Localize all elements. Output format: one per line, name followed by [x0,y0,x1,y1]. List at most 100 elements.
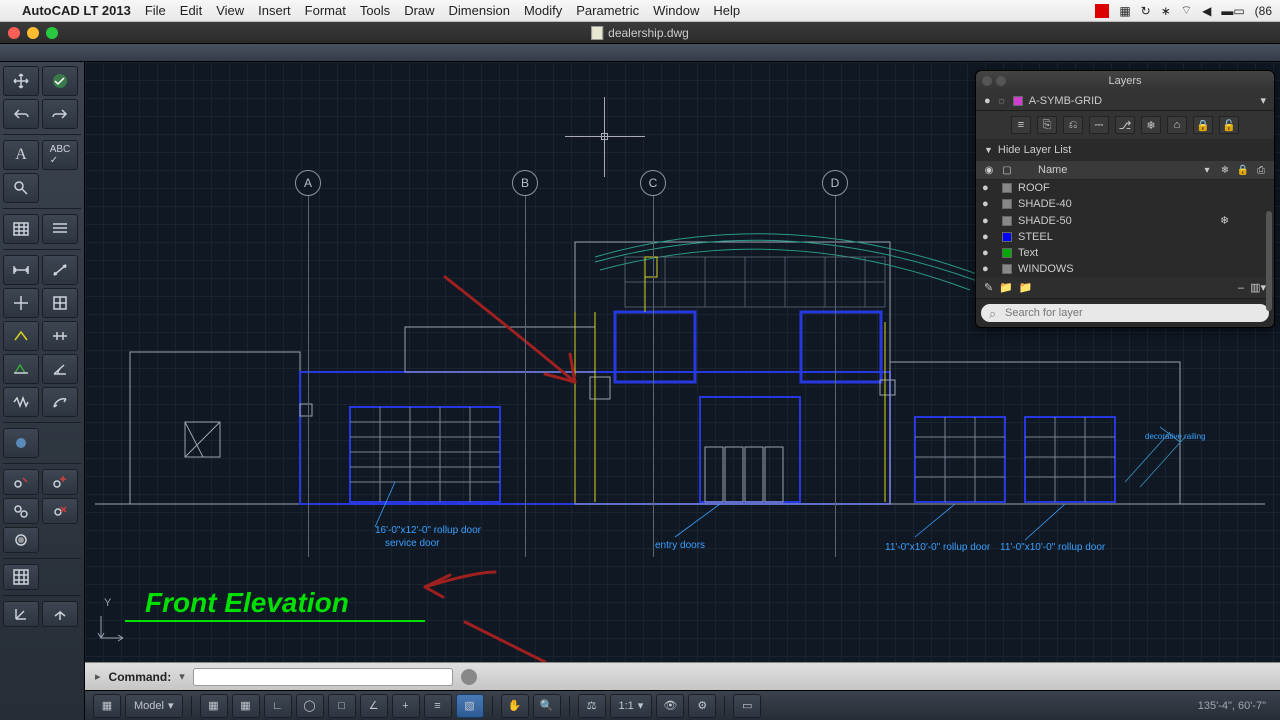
otrack-button[interactable]: ∠ [360,694,388,718]
aligned-dim-tool[interactable] [42,255,78,285]
layer-tool-5[interactable]: ⎇ [1115,116,1135,134]
grid-tool[interactable] [3,564,39,590]
menu-parametric[interactable]: Parametric [576,3,639,18]
layer-color-swatch[interactable] [1013,96,1023,106]
layer-item-shade50[interactable]: ●SHADE-50❄ [976,212,1274,229]
continue-dim-tool[interactable] [42,321,78,351]
layer-search-input[interactable] [981,304,1269,322]
col-color-icon[interactable]: ▢ [1000,165,1014,176]
ucs-tool[interactable] [3,601,39,627]
ortho-button[interactable]: ∟ [264,694,292,718]
polar-button[interactable]: ◯ [296,694,324,718]
annotation-scale-button[interactable]: 1:1 ▾ [610,694,653,718]
layer-item-windows[interactable]: ●WINDOWS [976,261,1274,277]
model-space-button[interactable]: Model ▾ [125,694,183,718]
dyninput-button[interactable]: + [392,694,420,718]
zoom-button[interactable] [46,27,58,39]
layer-tool-unlock[interactable]: 🔓 [1219,116,1239,134]
redo-button[interactable] [42,99,78,129]
layer-tool-1[interactable]: ≡ [1011,116,1031,134]
layer-tool-6[interactable]: ❄ [1141,116,1161,134]
layer-tool-7[interactable]: ⌂ [1167,116,1187,134]
menu-modify[interactable]: Modify [524,3,562,18]
current-layer-row[interactable]: ● ☼ A-SYMB-GRID ▾ [976,91,1274,111]
spell-check-tool[interactable]: ABC✓ [42,140,78,170]
volume-icon[interactable]: ◀ [1202,4,1211,18]
folder-icon-2[interactable]: 📁 [1019,281,1033,294]
remove-constraint-tool[interactable] [42,498,78,524]
point-tool[interactable] [3,428,39,458]
timemachine-icon[interactable]: ↻ [1141,4,1151,18]
dropdown-icon[interactable]: ▾ [1260,94,1266,107]
named-ucs-tool[interactable] [42,601,78,627]
layer-tool-2[interactable]: ⎘ [1037,116,1057,134]
delete-constraint-tool[interactable] [3,469,39,495]
menu-file[interactable]: File [145,3,166,18]
layer-item-shade40[interactable]: ●SHADE-40 [976,196,1274,212]
layer-tool-lock[interactable]: 🔒 [1193,116,1213,134]
osnap-button[interactable]: □ [328,694,356,718]
linear-dim-tool[interactable] [3,255,39,285]
grid-menulet-icon[interactable]: ▦ [1119,4,1130,18]
menu-format[interactable]: Format [305,3,346,18]
lineweight-button[interactable]: ≡ [424,694,452,718]
settings-icon[interactable]: ▥▾ [1250,281,1266,294]
constraint-settings-tool[interactable] [42,469,78,495]
clean-screen-button[interactable]: ▭ [733,694,761,718]
wifi-icon[interactable]: ⌔ [1181,3,1192,18]
layer-visible-icon[interactable]: ● [984,95,991,107]
menu-dimension[interactable]: Dimension [449,3,510,18]
close-button[interactable] [8,27,20,39]
menu-insert[interactable]: Insert [258,3,291,18]
layer-item-roof[interactable]: ●ROOF [976,180,1274,196]
menu-edit[interactable]: Edit [180,3,202,18]
tab-button-icon[interactable]: ▸ [95,670,101,683]
col-visible-icon[interactable]: ◉ [982,165,996,176]
menu-tools[interactable]: Tools [360,3,390,18]
text-tool[interactable]: A [3,140,39,170]
menu-view[interactable]: View [216,3,244,18]
minus-icon[interactable]: – [1238,282,1244,294]
layer-item-steel[interactable]: ●STEEL [976,229,1274,245]
quick-props-button[interactable]: ▦ [93,694,121,718]
list-tool[interactable] [42,214,78,244]
battery-icon[interactable]: ▬▭ [1221,4,1244,18]
ordinate-dim-tool[interactable] [42,288,78,318]
auto-constrain-tool[interactable] [3,498,39,524]
menu-window[interactable]: Window [653,3,699,18]
layer-tool-3[interactable]: ⎌ [1063,116,1083,134]
pan-button[interactable]: ✋ [501,694,529,718]
transparency-button[interactable]: ▧ [456,694,484,718]
layers-scrollbar[interactable] [1266,211,1272,311]
minimize-button[interactable] [27,27,39,39]
layer-item-text[interactable]: ●Text [976,245,1274,261]
layers-panel-header[interactable]: Layers [976,71,1274,91]
quick-dim-tool[interactable] [3,321,39,351]
layer-state-icon[interactable]: ✎ [984,281,993,294]
move-tool[interactable] [3,66,39,96]
angular-dim-tool[interactable] [42,354,78,384]
col-name[interactable]: Name [1018,164,1196,176]
center-mark-tool[interactable] [3,288,39,318]
layer-sun-icon[interactable]: ☼ [997,95,1007,107]
arc-dim-tool[interactable] [42,387,78,417]
grid-display-button[interactable]: ▦ [200,694,228,718]
hide-layer-list-toggle[interactable]: ▼ Hide Layer List [976,139,1274,161]
annotation-scale-icon[interactable]: ⚖ [578,694,606,718]
menu-help[interactable]: Help [713,3,740,18]
app-name[interactable]: AutoCAD LT 2013 [22,3,131,18]
undo-button[interactable] [3,99,39,129]
menu-draw[interactable]: Draw [404,3,434,18]
folder-icon[interactable]: 📁 [999,281,1013,294]
command-chevron-icon[interactable]: ▾ [179,670,185,683]
zoom-button-status[interactable]: 🔍 [533,694,561,718]
bluetooth-icon[interactable]: ∗ [1161,4,1171,18]
table-tool[interactable] [3,214,39,244]
coincident-tool[interactable] [3,527,39,553]
command-recent-icon[interactable] [461,669,477,685]
annotation-visibility-button[interactable]: 👁 [656,694,684,718]
jogged-dim-tool[interactable] [3,387,39,417]
col-freeze-icon[interactable]: ❄ [1218,165,1232,176]
col-plot-icon[interactable]: ⎙ [1254,165,1268,176]
layer-tool-4[interactable]: ⎓ [1089,116,1109,134]
